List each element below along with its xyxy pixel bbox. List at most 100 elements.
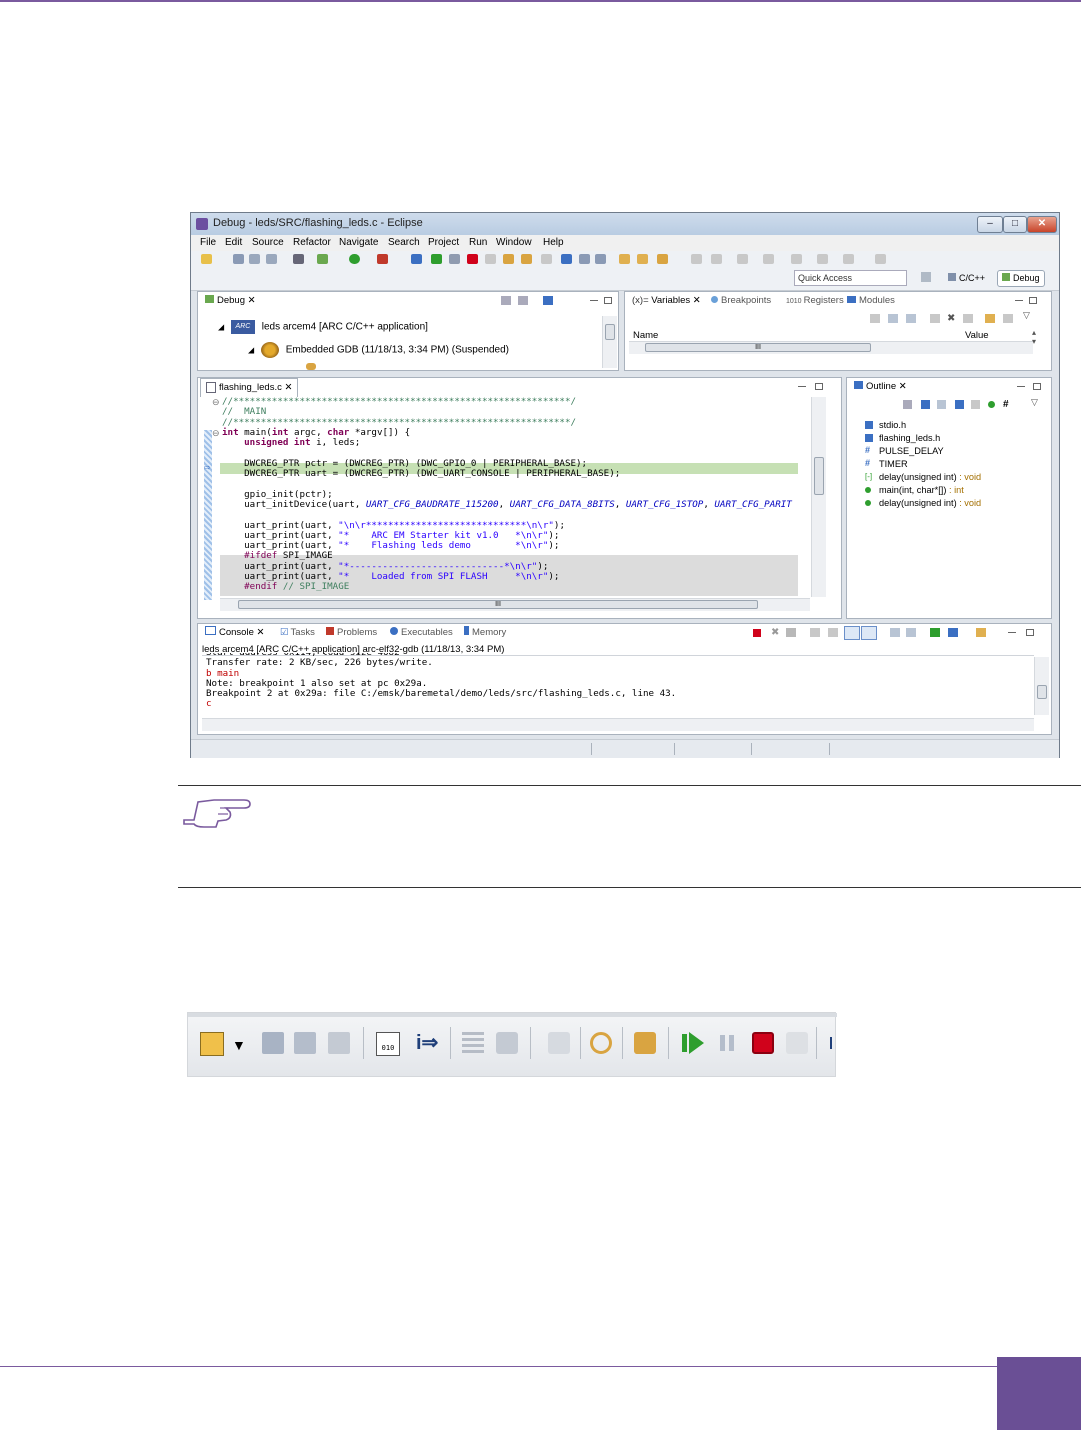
save-icon[interactable] <box>262 1032 284 1054</box>
console-horizontal-scrollbar[interactable] <box>202 718 1034 731</box>
remove-terminated-icon[interactable] <box>501 296 511 305</box>
search-icon[interactable] <box>657 254 668 264</box>
annotation-icon[interactable] <box>711 254 722 264</box>
open-perspective-icon[interactable] <box>921 272 931 282</box>
external-tools-icon[interactable] <box>377 254 388 264</box>
step-return-icon[interactable] <box>541 254 552 264</box>
save-all-icon[interactable] <box>249 254 260 264</box>
run-icon[interactable] <box>349 254 360 264</box>
menu-run[interactable]: Run <box>469 237 487 248</box>
hide-static-icon[interactable] <box>971 400 980 409</box>
hide-macros-icon[interactable]: # <box>1003 399 1009 410</box>
disconnect-icon[interactable] <box>485 254 496 264</box>
menu-edit[interactable]: Edit <box>225 237 242 248</box>
terminate-icon[interactable] <box>752 1032 774 1054</box>
terminate-icon[interactable] <box>753 629 761 637</box>
menu-window[interactable]: Window <box>496 237 532 248</box>
perspective-cpp[interactable]: C/C++ <box>943 270 990 287</box>
outline-item[interactable]: # PULSE_DELAY <box>865 445 944 456</box>
minimize-view-icon[interactable] <box>1017 386 1025 387</box>
chevron-down-icon[interactable]: ▼ <box>232 1037 246 1053</box>
console-vertical-scrollbar[interactable] <box>1034 657 1049 715</box>
resume-icon[interactable] <box>682 1032 704 1054</box>
outline-item[interactable]: stdio.h <box>865 420 906 430</box>
toolbar-icon[interactable] <box>930 314 940 323</box>
tab-memory[interactable]: Memory <box>464 624 506 642</box>
fold-markers[interactable]: ⊖ ⊖ <box>212 397 220 438</box>
forward-icon[interactable] <box>843 254 854 264</box>
remove-icon[interactable]: ✖ <box>947 313 955 324</box>
maximize-view-icon[interactable] <box>604 297 612 304</box>
outline-item[interactable]: main(int, char*[]) : int <box>865 485 964 495</box>
debug-icon[interactable] <box>317 254 328 264</box>
tab-tasks[interactable]: ☑ Tasks <box>280 624 315 642</box>
annotation-icon[interactable] <box>763 254 774 264</box>
annotation-icon[interactable] <box>691 254 702 264</box>
toolbar-icon[interactable] <box>595 254 606 264</box>
scroll-thumb[interactable] <box>814 457 824 495</box>
tree-item[interactable]: ◢ ARC leds arcem4 [ARC C/C++ application… <box>218 320 428 334</box>
tab-variables[interactable]: (x)= Variables ✕ <box>627 292 706 310</box>
save-icon[interactable] <box>233 254 244 264</box>
outline-item[interactable]: # TIMER <box>865 458 908 469</box>
menu-navigate[interactable]: Navigate <box>339 237 378 248</box>
new-console-icon[interactable] <box>976 628 986 637</box>
maximize-button[interactable]: □ <box>1003 216 1027 233</box>
show-type-names-icon[interactable] <box>870 314 880 323</box>
tab-problems[interactable]: Problems <box>326 624 377 642</box>
remove-launch-icon[interactable]: ✖ <box>771 627 779 638</box>
clear-console-icon[interactable] <box>810 628 820 637</box>
outline-item[interactable]: flashing_leds.h <box>865 433 940 443</box>
tab-modules[interactable]: Modules <box>847 292 895 310</box>
close-button[interactable]: ✕ <box>1027 216 1057 233</box>
annotation-icon[interactable] <box>737 254 748 264</box>
menu-source[interactable]: Source <box>252 237 284 248</box>
tab-outline[interactable]: Outline ✕ <box>849 378 912 396</box>
forward-icon[interactable] <box>817 254 828 264</box>
step-over-icon[interactable] <box>521 254 532 264</box>
show-logical-structure-icon[interactable] <box>888 314 898 323</box>
scroll-thumb[interactable] <box>605 324 615 340</box>
remove-all-icon[interactable] <box>518 296 528 305</box>
instruction-stepping-icon[interactable] <box>561 254 572 264</box>
toolbar-icon[interactable] <box>579 254 590 264</box>
pin-icon[interactable] <box>875 254 886 264</box>
menu-project[interactable]: Project <box>428 237 459 248</box>
quick-access-input[interactable]: Quick Access <box>794 270 907 286</box>
outline-item[interactable]: delay(unsigned int) : void <box>865 498 981 508</box>
console-output[interactable]: Start address 0x114, load size 4682Trans… <box>206 653 1026 715</box>
tab-console[interactable]: Console ✕ <box>200 624 270 642</box>
remove-all-icon[interactable] <box>786 628 796 637</box>
sort-alpha-icon[interactable] <box>937 400 946 409</box>
print-icon[interactable] <box>328 1032 350 1054</box>
resume-icon[interactable] <box>431 254 442 264</box>
minimize-view-icon[interactable] <box>1008 632 1016 633</box>
print-icon[interactable] <box>266 254 277 264</box>
menu-help[interactable]: Help <box>543 237 564 248</box>
menu-refactor[interactable]: Refactor <box>293 237 331 248</box>
maximize-view-icon[interactable] <box>815 383 823 390</box>
tree-item[interactable]: ◢ Embedded GDB (11/18/13, 3:34 PM) (Susp… <box>248 342 509 358</box>
save-all-icon[interactable] <box>294 1032 316 1054</box>
new-icon[interactable] <box>201 254 212 264</box>
tab-registers[interactable]: 1010 Registers <box>786 292 844 310</box>
debug-vertical-scrollbar[interactable] <box>602 316 617 368</box>
step-into-icon[interactable] <box>503 254 514 264</box>
maximize-view-icon[interactable] <box>1026 629 1034 636</box>
scroll-thumb[interactable] <box>1037 685 1047 699</box>
perspective-debug[interactable]: Debug <box>997 270 1045 287</box>
tab-breakpoints[interactable]: Breakpoints <box>711 292 771 310</box>
menu-file[interactable]: File <box>200 237 216 248</box>
menu-search[interactable]: Search <box>388 237 420 248</box>
step-return-icon[interactable] <box>548 1032 570 1054</box>
maximize-view-icon[interactable] <box>1029 297 1037 304</box>
skip-breakpoints-icon[interactable] <box>411 254 422 264</box>
new-icon[interactable] <box>200 1032 224 1056</box>
display-selected-console-icon[interactable] <box>948 628 958 637</box>
show-on-output-icon[interactable] <box>844 626 860 640</box>
code-text[interactable]: //**************************************… <box>222 396 792 593</box>
hide-fields-icon[interactable] <box>955 400 964 409</box>
collapse-all-icon[interactable] <box>921 400 930 409</box>
minimize-button[interactable]: – <box>977 216 1003 233</box>
toolbar-icon[interactable] <box>985 314 995 323</box>
